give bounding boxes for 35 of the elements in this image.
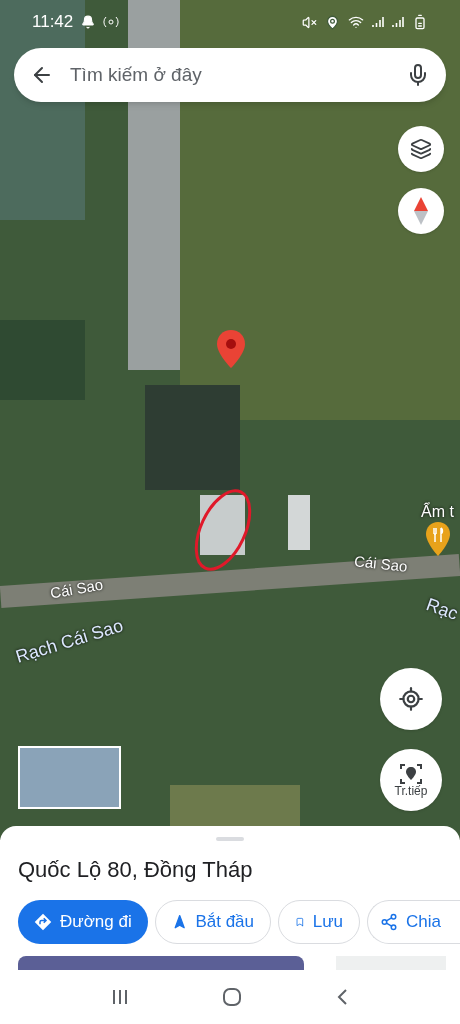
river-label: Rạc: [422, 593, 460, 626]
signal-icon: [372, 16, 384, 28]
save-button[interactable]: Lưu: [278, 900, 360, 944]
road-label: Cái Sao: [352, 551, 409, 577]
wifi-icon: [348, 14, 364, 30]
status-time: 11:42: [32, 11, 74, 34]
recent-apps-icon[interactable]: [110, 988, 129, 1006]
road-label: Cái Sao: [48, 574, 105, 604]
compass-icon: [414, 197, 428, 225]
directions-icon: [34, 913, 52, 931]
home-icon[interactable]: [222, 987, 242, 1007]
search-bar[interactable]: Tìm kiếm ở đây: [14, 48, 446, 102]
navigation-arrow-icon: [172, 913, 188, 931]
battery-icon: [412, 14, 428, 30]
share-button[interactable]: Chia: [367, 900, 460, 944]
map-pin-icon: [217, 330, 245, 368]
restaurant-pin-icon: [426, 522, 450, 556]
pin-in-frame-icon: [399, 763, 423, 785]
signal-waves-icon: [103, 15, 120, 29]
bell-icon: [81, 15, 96, 29]
directions-button[interactable]: Đường đi: [18, 900, 148, 944]
river-label: Rạch Cái Sao: [12, 614, 127, 669]
layers-icon: [410, 138, 432, 160]
mute-icon: [302, 14, 317, 30]
location-icon: [325, 14, 340, 30]
share-icon: [380, 913, 398, 931]
back-icon[interactable]: [335, 988, 350, 1006]
drag-handle[interactable]: [216, 837, 244, 841]
signal-icon: [392, 16, 404, 28]
start-button[interactable]: Bắt đầu: [155, 900, 271, 944]
crosshair-icon: [398, 686, 424, 712]
place-label: Ẩm t: [421, 501, 454, 522]
place-title: Quốc Lộ 80, Đồng Tháp: [18, 856, 254, 884]
photo-placeholder[interactable]: [18, 746, 121, 809]
search-field[interactable]: Tìm kiếm ở đây: [70, 60, 406, 90]
